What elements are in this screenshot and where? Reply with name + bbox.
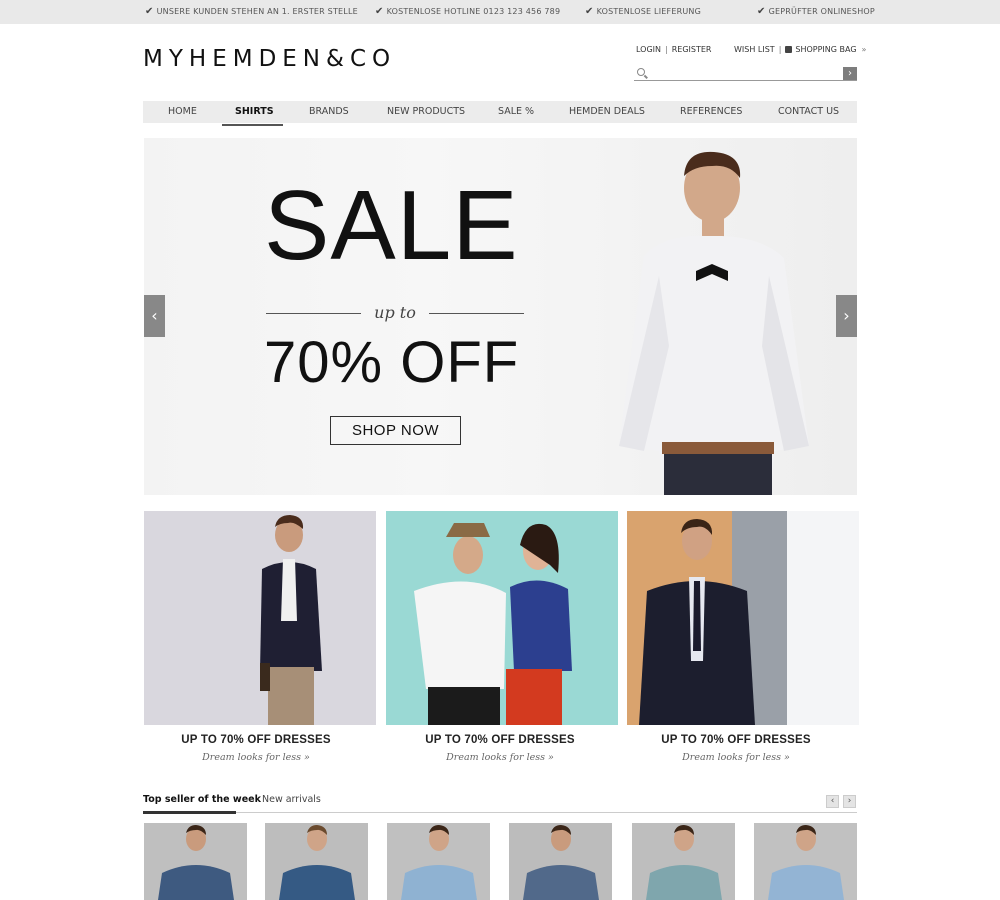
product-image xyxy=(265,823,368,900)
divider xyxy=(429,313,524,314)
product-card[interactable] xyxy=(387,823,490,900)
promo-tile-1-title[interactable]: UP TO 70% OFF DRESSES xyxy=(140,734,372,746)
product-card[interactable] xyxy=(754,823,857,900)
nav-item-new-products[interactable]: NEW PRODUCTS xyxy=(387,101,465,123)
nav-item-brands[interactable]: BRANDS xyxy=(309,101,349,123)
promo-tile-3[interactable] xyxy=(627,511,859,725)
promo-tile-3-title[interactable]: UP TO 70% OFF DRESSES xyxy=(620,734,852,746)
hero-next-button[interactable]: › xyxy=(836,295,857,337)
check-icon: ✔ xyxy=(757,6,766,17)
shop-now-button[interactable]: SHOP NOW xyxy=(330,416,461,445)
nav-item-sale[interactable]: SALE % xyxy=(498,101,534,123)
hero-prev-button[interactable]: ‹ xyxy=(144,295,165,337)
check-icon: ✔ xyxy=(585,6,594,17)
hero-upto: up to xyxy=(266,303,524,323)
tabs-divider xyxy=(143,812,857,813)
nav-item-home[interactable]: HOME xyxy=(168,101,197,123)
register-link[interactable]: REGISTER xyxy=(672,45,712,54)
product-image xyxy=(754,823,857,900)
top-info-bar: ✔ UNSERE KUNDEN STEHEN AN 1. ERSTER STELL… xyxy=(0,0,1000,24)
promo-tile-2-image xyxy=(386,511,618,725)
promo-tile-2-title[interactable]: UP TO 70% OFF DRESSES xyxy=(384,734,616,746)
carousel-next-button[interactable]: › xyxy=(843,795,856,808)
nav-item-contact[interactable]: CONTACT US xyxy=(778,101,839,123)
promo-tile-2-link[interactable]: Dream looks for less » xyxy=(384,752,616,763)
check-icon: ✔ xyxy=(375,6,384,17)
account-links: LOGIN | REGISTER xyxy=(636,45,712,54)
product-card[interactable] xyxy=(509,823,612,900)
tab-top-seller[interactable]: Top seller of the week xyxy=(143,794,261,805)
tab-new-arrivals[interactable]: New arrivals xyxy=(262,794,321,805)
topbar-item-hotline: ✔ KOSTENLOSE HOTLINE 0123 123 456 789 xyxy=(375,6,561,17)
product-image xyxy=(632,823,735,900)
product-image xyxy=(144,823,247,900)
tab-active-indicator xyxy=(143,811,236,814)
site-logo[interactable]: MYHEMDEN&CO xyxy=(143,46,396,72)
login-link[interactable]: LOGIN xyxy=(636,45,661,54)
promo-tile-1-image xyxy=(260,515,322,725)
topbar-item-customers: ✔ UNSERE KUNDEN STEHEN AN 1. ERSTER STELL… xyxy=(145,6,358,17)
topbar-item-delivery: ✔ KOSTENLOSE LIEFERUNG xyxy=(585,6,701,17)
search-bar: › xyxy=(634,67,857,87)
hero-model-image xyxy=(619,151,809,495)
search-submit-button[interactable]: › xyxy=(843,67,857,80)
product-image xyxy=(509,823,612,900)
promo-tile-1-link[interactable]: Dream looks for less » xyxy=(140,752,372,763)
wishlist-link[interactable]: WISH LIST xyxy=(734,45,775,54)
nav-item-shirts[interactable]: SHIRTS xyxy=(235,101,274,123)
carousel-prev-button[interactable]: ‹ xyxy=(826,795,839,808)
topbar-item-verified: ✔ GEPRÜFTER ONLINESHOP xyxy=(757,6,875,17)
cart-links: WISH LIST | SHOPPING BAG» xyxy=(734,45,867,54)
nav-item-hemden-deals[interactable]: HEMDEN DEALS xyxy=(569,101,645,123)
shopping-bag-icon xyxy=(785,46,793,53)
hero-title: SALE xyxy=(264,170,519,280)
product-card[interactable] xyxy=(144,823,247,900)
search-icon xyxy=(637,68,645,76)
hero-offer: 70% OFF xyxy=(264,330,520,395)
shopping-bag-link[interactable]: SHOPPING BAG xyxy=(795,45,856,54)
promo-tile-3-image xyxy=(627,511,859,725)
nav-item-references[interactable]: REFERENCES xyxy=(680,101,742,123)
product-image xyxy=(387,823,490,900)
promo-tile-2[interactable] xyxy=(386,511,618,725)
search-input[interactable] xyxy=(650,73,840,87)
chevron-down-icon[interactable]: » xyxy=(862,45,867,54)
product-card[interactable] xyxy=(265,823,368,900)
product-card[interactable] xyxy=(632,823,735,900)
check-icon: ✔ xyxy=(145,6,154,17)
promo-tile-1[interactable] xyxy=(144,511,376,725)
promo-tile-3-link[interactable]: Dream looks for less » xyxy=(620,752,852,763)
main-navigation: HOME SHIRTS BRANDS NEW PRODUCTS SALE % H… xyxy=(143,101,857,123)
hero-banner: SALE up to 70% OFF SHOP NOW ‹ › xyxy=(144,138,857,495)
nav-active-indicator xyxy=(222,124,283,126)
